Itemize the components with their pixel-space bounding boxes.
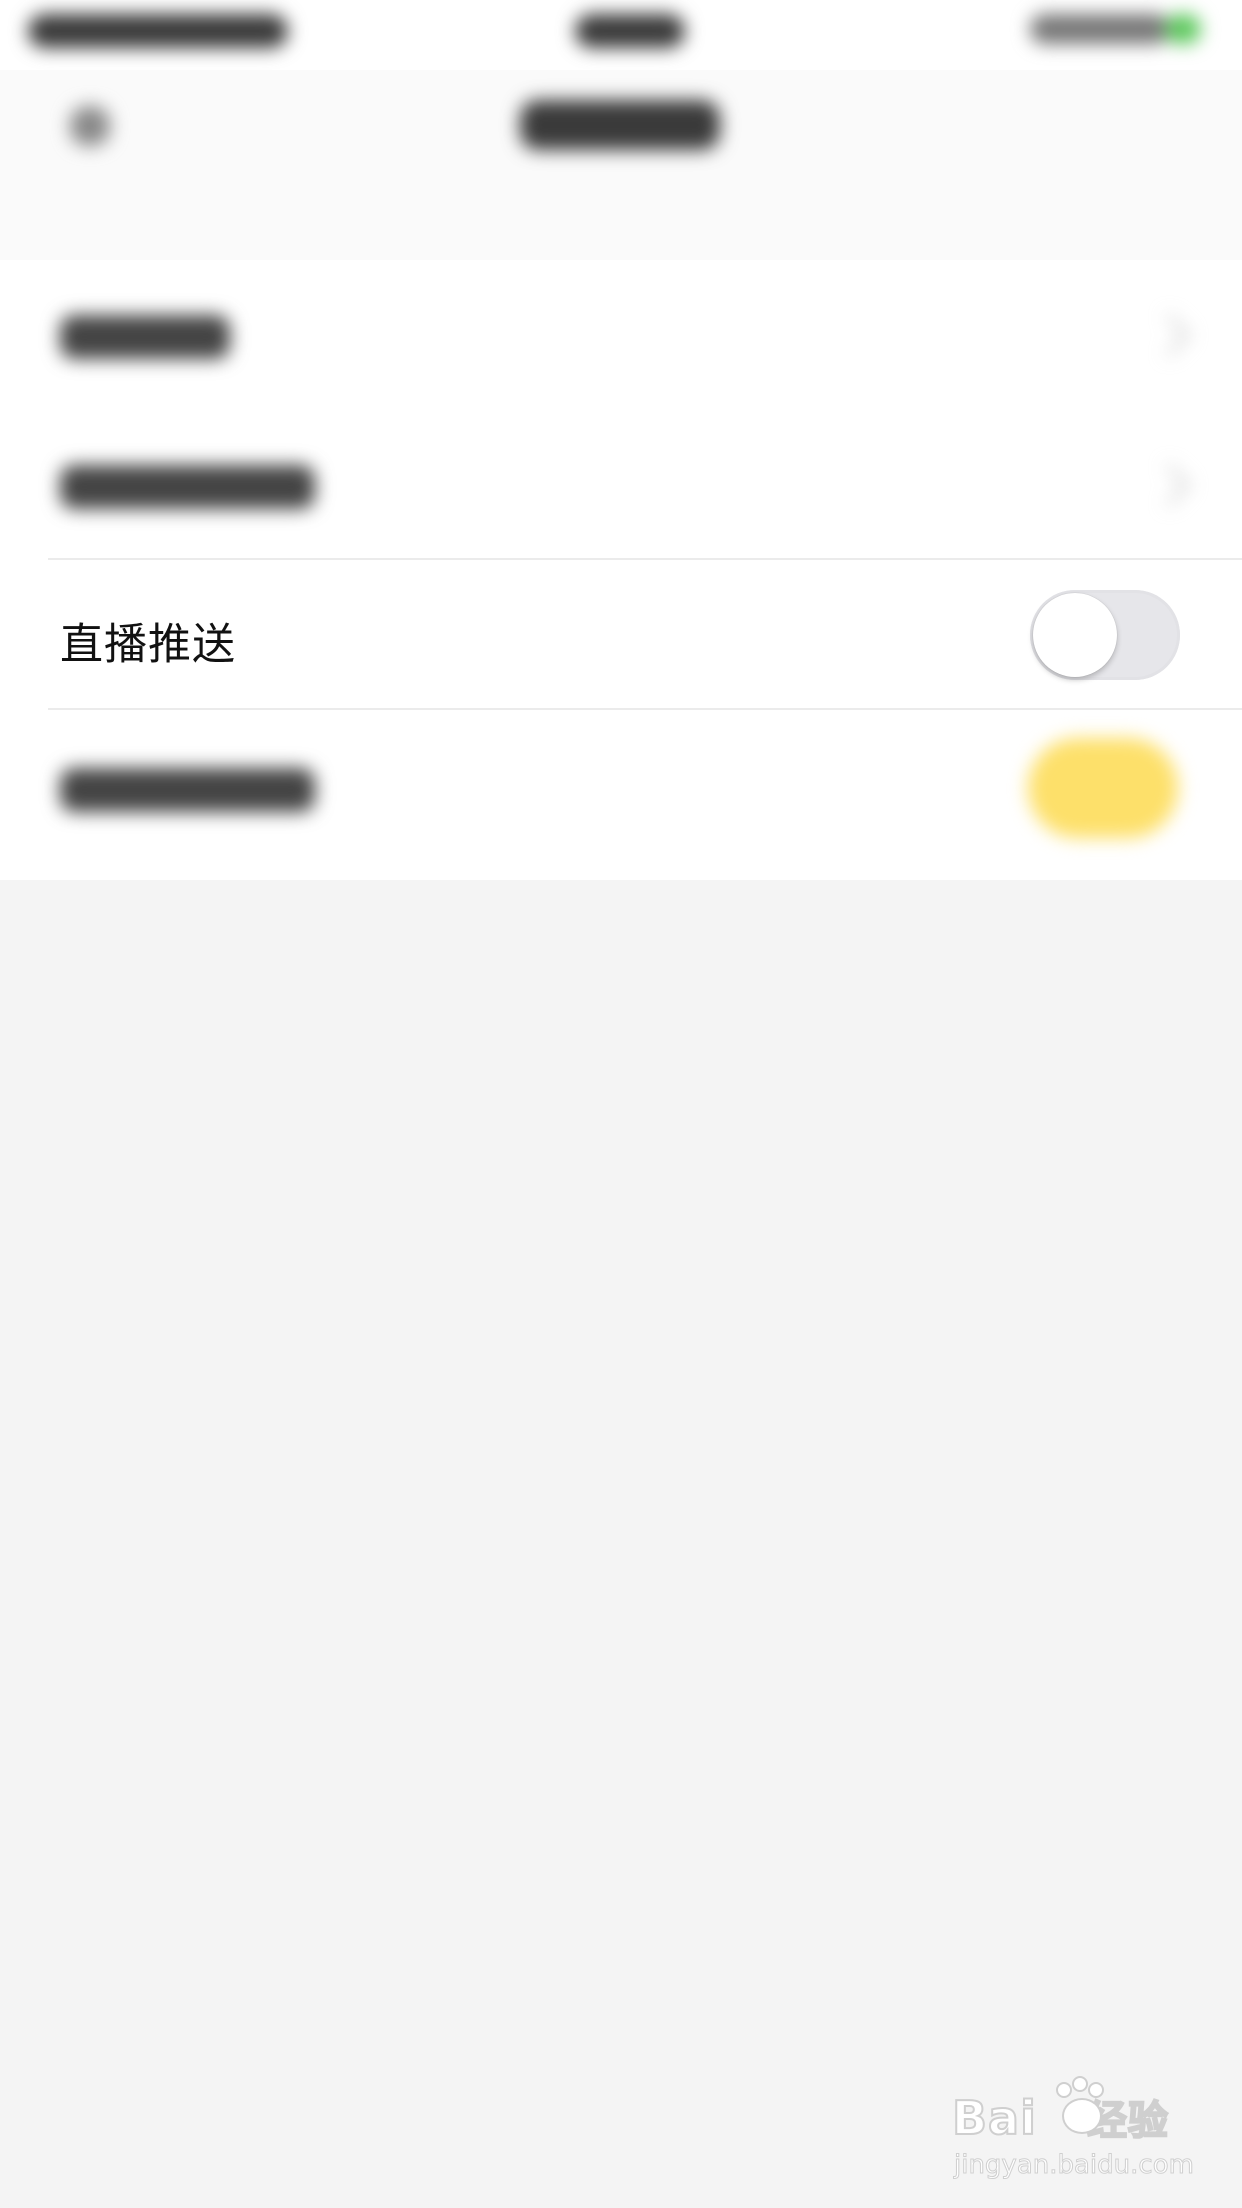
live-push-toggle[interactable]	[1030, 590, 1180, 680]
blurred-settings-section	[0, 260, 1242, 560]
chevron-right-icon	[1147, 313, 1191, 357]
paw-toe-icon	[1072, 2076, 1088, 2092]
watermark-url: jingyan.baidu.com	[954, 2150, 1195, 2181]
blurred-bottom-row	[0, 710, 1242, 880]
back-icon[interactable]	[70, 106, 110, 146]
blurred-toggle-on[interactable]	[1028, 738, 1178, 838]
baidu-jingyan-watermark: Bai 经验 jingyan.baidu.com	[951, 2076, 1195, 2190]
blurred-row-label-2	[60, 465, 315, 509]
blurred-row-label-1	[60, 315, 230, 359]
paw-icon	[1062, 2098, 1102, 2134]
paw-toe-icon	[1088, 2082, 1104, 2098]
blurred-row-label-3	[60, 768, 315, 812]
live-push-row[interactable]: 直播推送	[0, 560, 1242, 710]
nav-title-blurred	[520, 100, 720, 150]
chevron-right-icon	[1147, 463, 1191, 507]
nav-bar	[0, 70, 1242, 260]
status-bar	[0, 0, 1242, 70]
live-push-label: 直播推送	[60, 620, 236, 670]
paw-toe-icon	[1056, 2082, 1072, 2098]
toggle-knob	[1033, 593, 1117, 677]
